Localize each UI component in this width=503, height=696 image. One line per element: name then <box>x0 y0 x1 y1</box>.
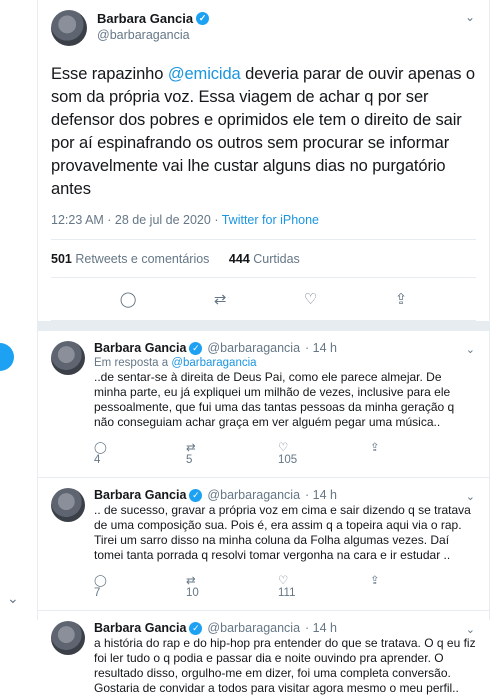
avatar[interactable] <box>51 10 87 46</box>
timestamp[interactable]: · 14 h <box>305 621 337 635</box>
chevron-down-icon[interactable]: ⌄ <box>7 590 19 607</box>
retweet-icon[interactable]: ⇄ 5 <box>186 440 278 466</box>
mention-link[interactable]: @barbaragancia <box>171 357 256 369</box>
display-name[interactable]: Barbara Gancia <box>97 11 193 26</box>
tweet-text: .. de sucesso, gravar a própria voz em c… <box>94 503 471 562</box>
chevron-down-icon[interactable]: ⌄ <box>465 10 475 24</box>
divider <box>38 321 489 331</box>
timeline-column: Barbara Gancia ✓ @barbaragancia ⌄ Esse ra… <box>37 0 490 695</box>
avatar[interactable] <box>51 621 85 655</box>
in-reply-to: Em resposta a @barbaragancia <box>94 357 257 369</box>
reply-tweet[interactable]: Barbara Gancia ✓ @barbaragancia · 14 h a hi… <box>38 611 489 696</box>
handle[interactable]: @barbaragancia <box>207 341 300 355</box>
display-name[interactable]: Barbara Gancia <box>94 621 186 635</box>
tweet-stats: 501 Retweets e comentários 444 Curtidas <box>51 240 476 278</box>
retweets-stat[interactable]: 501 Retweets e comentários <box>51 252 209 266</box>
timestamp[interactable]: 12:23 AM · 28 de jul de 2020 <box>51 213 211 227</box>
display-name[interactable]: Barbara Gancia <box>94 488 186 502</box>
like-icon[interactable]: ♡ <box>304 290 317 308</box>
verified-badge-icon: ✓ <box>196 12 210 25</box>
tweet-text: Esse rapazinho @emicida deveria parar de… <box>51 65 476 198</box>
tweet-text: ..de sentar-se à direita de Deus Pai, co… <box>94 370 455 429</box>
timestamp[interactable]: · 14 h <box>305 341 337 355</box>
avatar[interactable] <box>51 488 85 522</box>
chevron-down-icon[interactable]: ⌄ <box>466 343 475 356</box>
source-link[interactable]: Twitter for iPhone <box>222 213 319 227</box>
retweet-icon[interactable]: ⇄ 10 <box>186 573 278 599</box>
tweet-actions: ◯ ⇄ ♡ ⇪ <box>51 278 476 321</box>
tweet-text: a história do rap e do hip-hop pra enten… <box>94 636 476 695</box>
chevron-down-icon[interactable]: ⌄ <box>466 490 475 503</box>
display-name[interactable]: Barbara Gancia <box>94 341 186 355</box>
reply-icon[interactable]: ◯ 4 <box>94 440 186 466</box>
verified-badge-icon: ✓ <box>189 621 203 635</box>
handle[interactable]: @barbaragancia <box>207 488 300 502</box>
tweet-metadata: 12:23 AM · 28 de jul de 2020 · Twitter f… <box>51 213 476 240</box>
reply-tweet[interactable]: Barbara Gancia ✓ @barbaragancia · 14 h .. d… <box>38 478 489 611</box>
avatar[interactable] <box>51 341 85 375</box>
handle[interactable]: @barbaragancia <box>207 621 300 635</box>
tweet-actions: ◯ 7 ⇄ 10 ♡ 111 ⇪ <box>94 563 476 610</box>
likes-stat[interactable]: 444 Curtidas <box>229 252 300 266</box>
reply-icon[interactable]: ◯ 7 <box>94 573 186 599</box>
reply-icon[interactable]: ◯ <box>120 290 137 308</box>
like-icon[interactable]: ♡ 111 <box>278 573 370 599</box>
like-icon[interactable]: ♡ 105 <box>278 440 370 466</box>
chevron-down-icon[interactable]: ⌄ <box>466 623 475 636</box>
handle[interactable]: @barbaragancia <box>97 28 209 42</box>
share-icon[interactable]: ⇪ <box>370 440 462 466</box>
timestamp[interactable]: · 14 h <box>305 488 337 502</box>
share-icon[interactable]: ⇪ <box>395 290 408 308</box>
mention-link[interactable]: @emicida <box>168 65 241 83</box>
tweet-actions: ◯ 4 ⇄ 5 ♡ 105 ⇪ <box>94 430 476 477</box>
verified-badge-icon: ✓ <box>189 488 203 502</box>
main-tweet: Barbara Gancia ✓ @barbaragancia ⌄ Esse ra… <box>38 0 489 321</box>
side-blue-indicator <box>0 343 14 371</box>
reply-tweet[interactable]: Barbara Gancia ✓ @barbaragancia · 14 h Em r… <box>38 331 489 478</box>
share-icon[interactable]: ⇪ <box>370 573 462 599</box>
verified-badge-icon: ✓ <box>189 341 203 355</box>
retweet-icon[interactable]: ⇄ <box>214 290 227 308</box>
